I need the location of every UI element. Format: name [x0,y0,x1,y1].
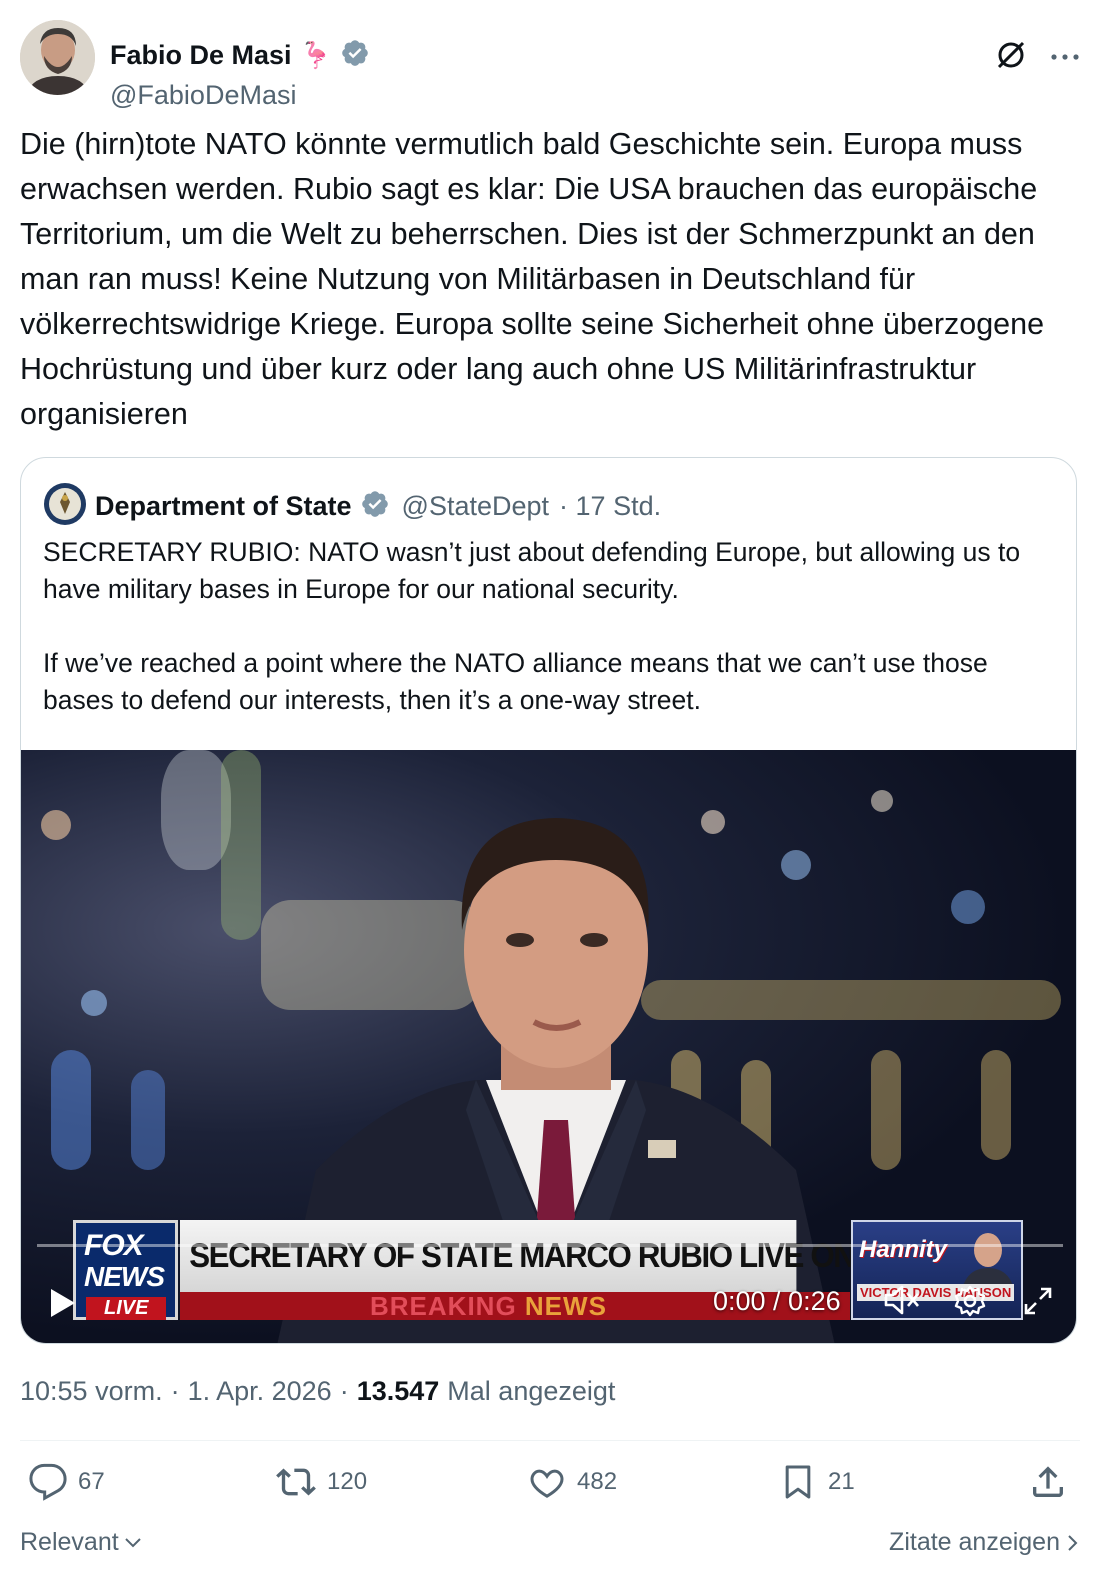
like-count: 482 [577,1468,618,1495]
settings-gear-icon[interactable] [953,1284,987,1323]
sort-dropdown[interactable]: Relevant [20,1528,143,1557]
heart-icon [530,1469,564,1498]
sort-label: Relevant [20,1528,119,1556]
meta-separator: · [170,1376,180,1406]
fullscreen-icon[interactable] [1023,1286,1053,1321]
bokeh-light [51,1050,91,1170]
play-icon[interactable] [49,1288,77,1323]
bokeh-light [131,1070,165,1170]
meta-separator: · [339,1376,349,1406]
quoted-author-name[interactable]: Department of State [95,491,352,522]
verified-badge-icon [360,489,390,524]
share-icon [1033,1466,1063,1497]
more-options-icon[interactable] [1050,49,1080,67]
bookmark-button[interactable]: 21 [778,1462,855,1502]
bokeh-light [871,790,893,812]
video-player[interactable]: FOX NEWS LIVE SECRETARY OF STATE MARCO R… [21,750,1076,1343]
video-controls: 0:00 / 0:26 [21,1270,1076,1330]
action-bar: 67 120 482 21 [20,1462,1080,1514]
bokeh-light [41,810,71,840]
volume-muted-icon[interactable] [883,1284,921,1321]
like-button[interactable]: 482 [527,1462,617,1502]
author-display-name[interactable]: Fabio De Masi [110,40,292,71]
tweet-text: Die (hirn)tote NATO könnte vermutlich ba… [20,127,1045,431]
reply-icon [29,1463,67,1501]
bookmark-icon [785,1465,811,1499]
quoted-tweet[interactable]: Department of State @StateDept · 17 Std.… [20,457,1077,1344]
chevron-right-icon [1068,1534,1078,1551]
replies-footer: Relevant Zitate anzeigen [20,1528,1080,1568]
view-quotes-link[interactable]: Zitate anzeigen [889,1528,1080,1557]
post-date[interactable]: 1. Apr. 2026 [188,1376,332,1407]
repost-count: 120 [327,1468,368,1495]
bokeh-light [81,990,107,1016]
repost-icon [276,1468,316,1496]
quoted-text: SECRETARY RUBIO: NATO wasn’t just about … [43,537,1021,715]
bookmark-count: 21 [828,1468,855,1495]
view-quotes-label: Zitate anzeigen [889,1528,1060,1556]
chevron-down-icon [124,1537,141,1547]
author-avatar[interactable] [20,20,95,95]
show-name: Hannity [859,1236,948,1263]
verified-badge-icon [340,38,370,73]
view-count: 13.547 [356,1376,440,1406]
repost-button[interactable]: 120 [275,1462,367,1502]
video-progress-bar[interactable] [37,1244,1063,1247]
tweet-meta: 10:55 vorm. · 1. Apr. 2026 · 13.547 Mal … [20,1376,615,1407]
flamingo-emoji: 🦩 [299,40,332,70]
post-time[interactable]: 10:55 vorm. [20,1376,163,1407]
bokeh-light [871,1050,901,1170]
author-handle[interactable]: @FabioDeMasi [110,80,296,111]
quoted-author-handle[interactable]: @StateDept [402,491,550,522]
bokeh-light [951,890,985,924]
grok-icon[interactable] [994,38,1028,77]
bokeh-light [981,1050,1011,1160]
view-count-label: Mal angezeigt [447,1376,616,1406]
reply-button[interactable]: 67 [28,1462,105,1502]
state-dept-seal-avatar[interactable] [43,482,87,531]
reply-count: 67 [78,1468,105,1495]
tweet-header: Fabio De Masi 🦩 @FabioDeMasi [20,20,1080,110]
share-button[interactable] [1028,1462,1068,1502]
quoted-timestamp[interactable]: · 17 Std. [559,491,661,522]
divider [20,1440,1080,1441]
video-time: 0:00 / 0:26 [713,1286,841,1316]
bokeh-light [221,750,261,940]
